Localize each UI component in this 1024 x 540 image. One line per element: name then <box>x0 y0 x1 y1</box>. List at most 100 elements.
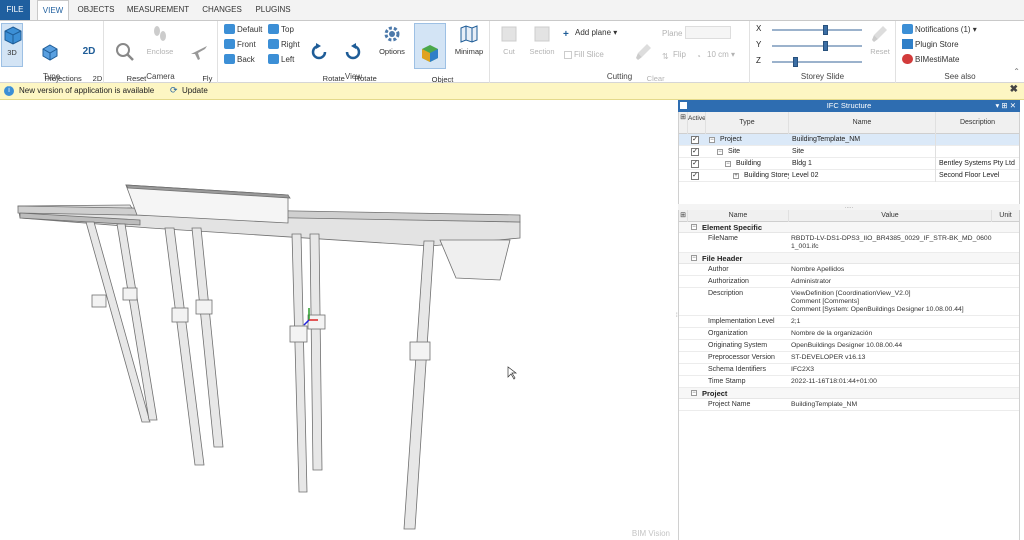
section-title: File Header <box>702 254 743 263</box>
property-name: Project Name <box>708 401 751 408</box>
section-collapse-icon[interactable]: − <box>691 255 697 261</box>
notifications-button[interactable]: Notifications (1) ▾ <box>902 23 977 37</box>
ifc-header-row: ⊞ Active Type Name Description <box>679 112 1019 134</box>
property-value: 2;1 <box>791 318 801 325</box>
z-slider-track <box>772 61 862 63</box>
plane-select[interactable] <box>685 26 731 39</box>
prop-col-name[interactable]: Name <box>688 210 789 222</box>
view-front-button[interactable]: Front <box>224 38 256 52</box>
view-left-button[interactable]: Left <box>268 53 294 67</box>
section-collapse-icon[interactable]: − <box>691 390 697 396</box>
ifc-structure-table: ⊞ Active Type Name Description ✓ − Project… <box>678 112 1020 204</box>
active-checkbox[interactable]: ✓ <box>691 172 699 180</box>
property-row[interactable]: Organization Nombre de la organización <box>679 328 1019 340</box>
active-checkbox[interactable]: ✓ <box>691 160 699 168</box>
fill-slice-checkbox[interactable]: Fill Slice <box>564 48 604 62</box>
property-section-row[interactable]: − Element Specific <box>679 222 1019 233</box>
menu-file[interactable]: FILE <box>0 0 30 20</box>
ifc-col-type[interactable]: Type <box>706 112 789 134</box>
ifc-type-cell: Building <box>736 160 761 167</box>
property-row[interactable]: Authorization Administrator <box>679 276 1019 288</box>
tree-expand-icon[interactable]: − <box>709 137 715 143</box>
property-row[interactable]: Implementation Level 2;1 <box>679 316 1019 328</box>
property-value: 2022-11-16T18:01:44+01:00 <box>791 378 877 385</box>
ifc-tree-row[interactable]: ✓ + Building Storey Level 02 Second Floor Le… <box>679 170 1019 182</box>
property-name: Authorization <box>708 278 749 285</box>
x-slider-thumb[interactable] <box>823 25 828 35</box>
property-row[interactable]: Description ViewDefinition [CoordinationV… <box>679 288 1019 316</box>
panel-controls-icon[interactable]: ▾ ⊞ ✕ <box>995 100 1016 112</box>
x-slider[interactable]: X <box>756 24 864 36</box>
property-value: BuildingTemplate_NM <box>791 401 858 408</box>
property-row[interactable]: Preprocessor Version ST-DEVELOPER v16.13 <box>679 352 1019 364</box>
flag-icon <box>902 24 913 34</box>
ifc-col-active[interactable]: Active <box>688 112 706 134</box>
section-collapse-icon[interactable]: − <box>691 224 697 230</box>
3d-viewport[interactable]: BIM Vision <box>0 100 676 540</box>
ifc-description-cell <box>936 134 1019 146</box>
projection-cube-icon <box>42 44 58 61</box>
type-group-title: Type <box>42 72 61 81</box>
flip-icon: ⇅ <box>662 52 669 61</box>
property-section-row[interactable]: − Project <box>679 388 1019 399</box>
property-name: Organization <box>708 330 748 337</box>
3d-button[interactable]: 3D <box>1 23 23 67</box>
ifc-name-cell: BuildingTemplate_NM <box>789 134 936 146</box>
property-row[interactable]: Author Nombre Apellidos <box>679 264 1019 276</box>
active-checkbox[interactable]: ✓ <box>691 136 699 144</box>
property-row[interactable]: Schema Identifiers IFC2X3 <box>679 364 1019 376</box>
view-default-button[interactable]: Default <box>224 23 262 37</box>
property-row[interactable]: Time Stamp 2022-11-16T18:01:44+01:00 <box>679 376 1019 388</box>
z-slider-thumb[interactable] <box>793 57 799 67</box>
brush-icon <box>636 44 651 60</box>
tab-plugins[interactable]: PLUGINS <box>251 0 295 20</box>
tab-changes[interactable]: CHANGES <box>199 0 245 20</box>
2d-icon: 2D <box>82 46 96 57</box>
property-row[interactable]: FileName RBDTD-LV-DS1-DPS3_IIO_BR4385_002… <box>679 233 1019 253</box>
ifc-description-cell: Bentley Systems Pty Ltd <box>939 160 1015 167</box>
ifc-type-cell: Project <box>720 136 742 143</box>
minimap-button[interactable]: Minimap <box>452 23 486 56</box>
thickness-select[interactable]: ◔ 10 cm ▾ <box>696 48 735 62</box>
bimestimate-button[interactable]: BIMestiMate <box>902 53 959 67</box>
active-checkbox[interactable]: ✓ <box>691 148 699 156</box>
section-button[interactable]: Section <box>526 23 558 56</box>
plugin-store-button[interactable]: Plugin Store <box>902 38 959 52</box>
tab-objects[interactable]: OBJECTS <box>75 0 117 20</box>
add-plane-button[interactable]: + Add plane ▾ <box>563 26 617 40</box>
close-notification-icon[interactable]: ✖ <box>1010 84 1018 95</box>
z-slider[interactable]: Z <box>756 56 864 68</box>
view-group-title: View <box>344 72 363 81</box>
view-right-button[interactable]: Right <box>268 38 300 52</box>
property-row[interactable]: Project Name BuildingTemplate_NM <box>679 399 1019 411</box>
enclose-button[interactable]: Enclose <box>144 23 176 56</box>
tab-measurement[interactable]: MEASUREMENT <box>123 0 193 20</box>
viewport-splitter[interactable]: ⁞ <box>676 313 678 323</box>
reset-slide-button[interactable]: Reset <box>866 23 894 56</box>
update-link[interactable]: Update <box>182 86 208 95</box>
property-name: Preprocessor Version <box>708 354 775 361</box>
property-section-row[interactable]: − File Header <box>679 253 1019 264</box>
left-view-icon <box>268 54 279 64</box>
ifc-col-description[interactable]: Description <box>936 112 1019 134</box>
prop-col-value[interactable]: Value <box>789 210 992 222</box>
property-row[interactable]: Originating System OpenBuildings Designer… <box>679 340 1019 352</box>
options-button[interactable]: Options <box>376 23 408 56</box>
prop-col-unit[interactable]: Unit <box>992 210 1019 222</box>
plus-icon: + <box>563 29 569 40</box>
ifc-tree-row[interactable]: ✓ − Project BuildingTemplate_NM <box>679 134 1019 146</box>
tree-expand-icon[interactable]: − <box>725 161 731 167</box>
view-back-button[interactable]: Back <box>224 53 255 67</box>
object-color-button[interactable]: Object Color <box>414 23 453 93</box>
flip-button[interactable]: ⇅ Flip <box>662 48 686 62</box>
tree-expand-icon[interactable]: − <box>717 149 723 155</box>
ifc-col-name[interactable]: Name <box>789 112 936 134</box>
cut-button[interactable]: Cut <box>496 23 522 56</box>
tab-view[interactable]: VIEW <box>37 0 69 21</box>
view-top-button[interactable]: Top <box>268 23 294 37</box>
ifc-tree-row[interactable]: ✓ − Site Site <box>679 146 1019 158</box>
y-slider[interactable]: Y <box>756 40 864 52</box>
tree-expand-icon[interactable]: + <box>733 173 739 179</box>
y-slider-thumb[interactable] <box>823 41 828 51</box>
ifc-tree-row[interactable]: ✓ − Building Bldg 1 Bentley Systems Pty Ltd <box>679 158 1019 170</box>
